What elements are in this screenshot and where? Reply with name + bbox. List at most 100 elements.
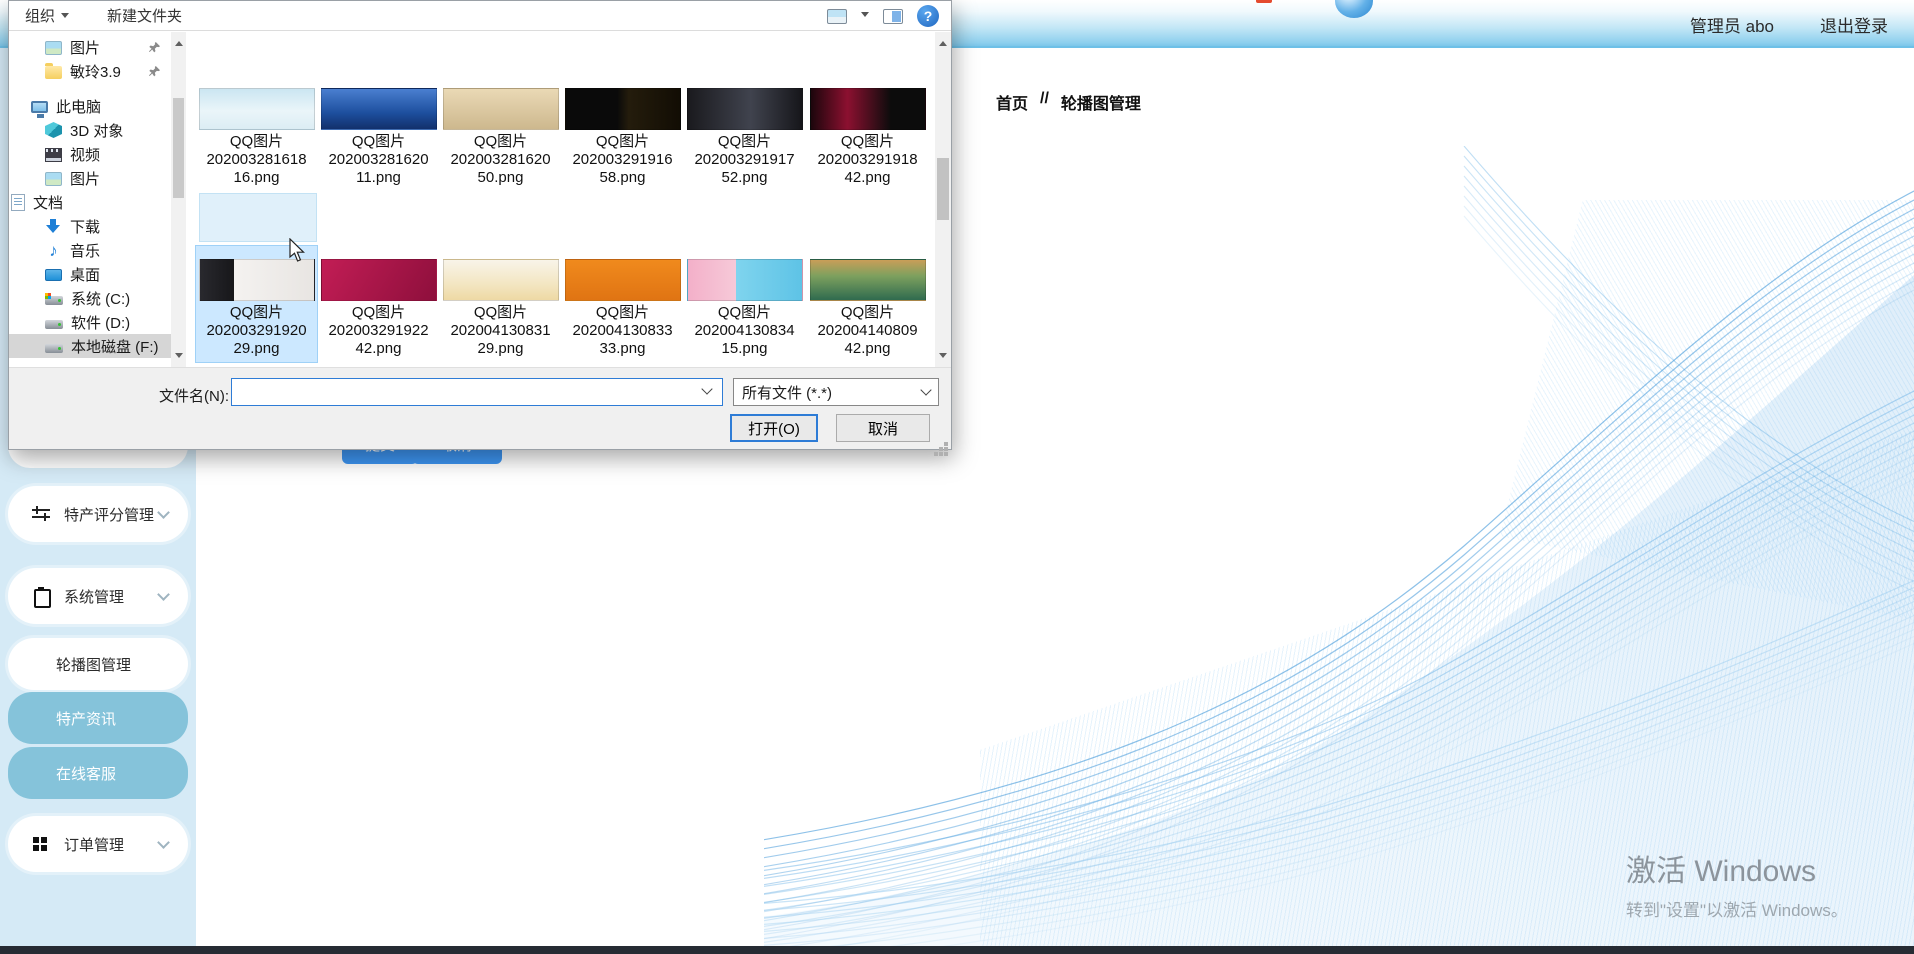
videos-icon [45, 148, 62, 162]
file-item[interactable]: QQ图片 202003291922 42.png [318, 259, 439, 358]
file-thumbnail [564, 88, 681, 130]
tree-item-downloads[interactable]: 下载 [9, 214, 171, 238]
tree-item-drive-d[interactable]: 软件 (D:) [9, 310, 171, 334]
dialog-footer: 文件名(N): 所有文件 (*.*) 打开(O) 取消 [9, 367, 951, 449]
scroll-up-icon[interactable] [939, 37, 947, 46]
tree-item-drive-f[interactable]: 本地磁盘 (F:) [9, 334, 171, 358]
tree-item-documents[interactable]: 文档 [9, 190, 171, 214]
scroll-down-icon[interactable] [939, 353, 947, 362]
tree-item-label: 本地磁盘 (F:) [71, 338, 159, 356]
file-name: QQ图片 [717, 304, 772, 321]
scrollbar-thumb[interactable] [937, 158, 949, 220]
file-item[interactable]: QQ图片 202003281618 16.png [196, 88, 317, 187]
file-thumbnail [809, 259, 926, 301]
file-thumbnail [320, 259, 437, 301]
file-item[interactable]: QQ图片 202004130833 33.png [562, 259, 683, 358]
hover-highlight [199, 193, 317, 242]
file-thumbnail [198, 88, 315, 130]
chevron-down-icon [157, 835, 170, 849]
pin-icon [148, 41, 161, 54]
new-folder-label: 新建文件夹 [107, 8, 183, 25]
tree-item-label: 此电脑 [56, 98, 102, 116]
file-thumbnail [809, 88, 926, 130]
tree-item-pictures[interactable]: 图片 [9, 166, 171, 190]
filetype-select[interactable]: 所有文件 (*.*) [733, 378, 939, 406]
watermark-line1: 激活 Windows [1626, 855, 1817, 888]
file-list-scrollbar[interactable] [935, 32, 951, 367]
windows-activation-watermark: 激活 Windows 转到"设置"以激活 Windows。 [1626, 846, 1848, 921]
scroll-up-icon[interactable] [175, 37, 183, 46]
file-item[interactable]: QQ图片 202003291918 42.png [807, 88, 928, 187]
tree-item-label: 音乐 [70, 242, 101, 260]
view-mode-icon[interactable] [827, 8, 847, 24]
sidebar-item-system-management[interactable]: 系统管理 [8, 568, 188, 624]
header-red-accent [1256, 0, 1272, 3]
help-icon[interactable]: ? [917, 5, 939, 27]
file-name: QQ图片 [717, 133, 772, 150]
file-item[interactable]: QQ图片 202003281620 50.png [440, 88, 561, 187]
tree-item-label: 视频 [70, 146, 101, 164]
file-thumbnail [320, 88, 437, 130]
tree-item-label: 敏玲3.9 [70, 63, 121, 81]
arrow-cursor-icon [289, 238, 305, 262]
computer-icon [31, 100, 48, 116]
tree-scrollbar[interactable] [171, 32, 186, 367]
tree-item-desktop[interactable]: 桌面 [9, 262, 171, 286]
folder-icon [45, 63, 62, 79]
tree-item-label: 系统 (C:) [71, 290, 131, 308]
tree-item-music[interactable]: ♪ 音乐 [9, 238, 171, 262]
new-folder-button[interactable]: 新建文件夹 [107, 5, 182, 26]
file-item[interactable]: QQ图片 202003291916 58.png [562, 88, 683, 187]
file-item[interactable]: QQ图片 202004140809 42.png [807, 259, 928, 358]
file-name: QQ图片 [840, 133, 895, 150]
file-name: QQ图片 [595, 304, 650, 321]
breadcrumb-home[interactable]: 首页 [996, 90, 1028, 114]
tree-item-this-pc[interactable]: 此电脑 [9, 94, 171, 118]
sidebar-item-online-service[interactable]: 在线客服 [8, 747, 188, 799]
sidebar-item-specialty-news[interactable]: 特产资讯 [8, 692, 188, 744]
file-thumbnail [442, 259, 559, 301]
tree-item-videos[interactable]: 视频 [9, 142, 171, 166]
organize-menu-button[interactable]: 组织 [25, 5, 70, 26]
sidebar-item-order-management[interactable]: 订单管理 [8, 816, 188, 872]
drive-icon [45, 319, 63, 329]
chevron-down-icon [61, 13, 70, 22]
file-item[interactable]: QQ图片 202003281620 11.png [318, 88, 439, 187]
sidebar-item-carousel-management[interactable]: 轮播图管理 [8, 638, 188, 690]
sidebar-item-rating-management[interactable]: 特产评分管理 [8, 486, 188, 542]
tree-item-label: 图片 [70, 39, 101, 57]
chevron-down-icon[interactable] [861, 11, 869, 21]
open-button[interactable]: 打开(O) [730, 414, 818, 442]
tree-item-minling-folder[interactable]: 敏玲3.9 [9, 59, 171, 83]
file-thumbnail [686, 259, 803, 301]
file-item[interactable]: QQ图片 202003291917 52.png [684, 88, 805, 187]
scroll-down-icon[interactable] [175, 353, 183, 362]
file-item[interactable]: QQ图片 202004130834 15.png [684, 259, 805, 358]
watermark-line2: 转到"设置"以激活 Windows。 [1626, 901, 1848, 920]
file-item[interactable]: QQ图片 202004130831 29.png [440, 259, 561, 358]
breadcrumb: 首页 // 轮播图管理 [996, 90, 1141, 114]
chevron-down-icon [157, 505, 170, 519]
3d-objects-icon [45, 122, 62, 138]
resize-grip[interactable] [944, 442, 948, 446]
bottom-bar [0, 946, 1914, 954]
sidebar-item-label: 特产评分管理 [64, 506, 155, 524]
pictures-icon [45, 172, 62, 186]
scrollbar-thumb[interactable] [173, 98, 184, 198]
filename-input[interactable] [231, 378, 723, 406]
file-name: QQ图片 [473, 304, 528, 321]
grid-icon [32, 835, 50, 853]
breadcrumb-separator: // [1040, 90, 1049, 107]
dialog-cancel-button[interactable]: 取消 [836, 414, 930, 442]
tree-item-3d-objects[interactable]: 3D 对象 [9, 118, 171, 142]
tree-item-pictures-pinned[interactable]: 图片 [9, 35, 171, 59]
logout-link[interactable]: 退出登录 [1820, 12, 1888, 37]
tree-item-drive-c[interactable]: 系统 (C:) [9, 286, 171, 310]
tree-item-label: 文档 [33, 194, 64, 212]
current-user-label: 管理员 abo [1689, 16, 1774, 36]
chevron-down-icon [920, 384, 932, 396]
file-thumbnail [686, 88, 803, 130]
folder-tree: 图片 敏玲3.9 此电脑 3D 对象 视频 图片 文档 下载 ♪ 音乐 桌面 系… [9, 32, 171, 367]
dialog-toolbar: 组织 新建文件夹 ? [9, 1, 951, 31]
preview-pane-icon[interactable] [883, 8, 903, 24]
